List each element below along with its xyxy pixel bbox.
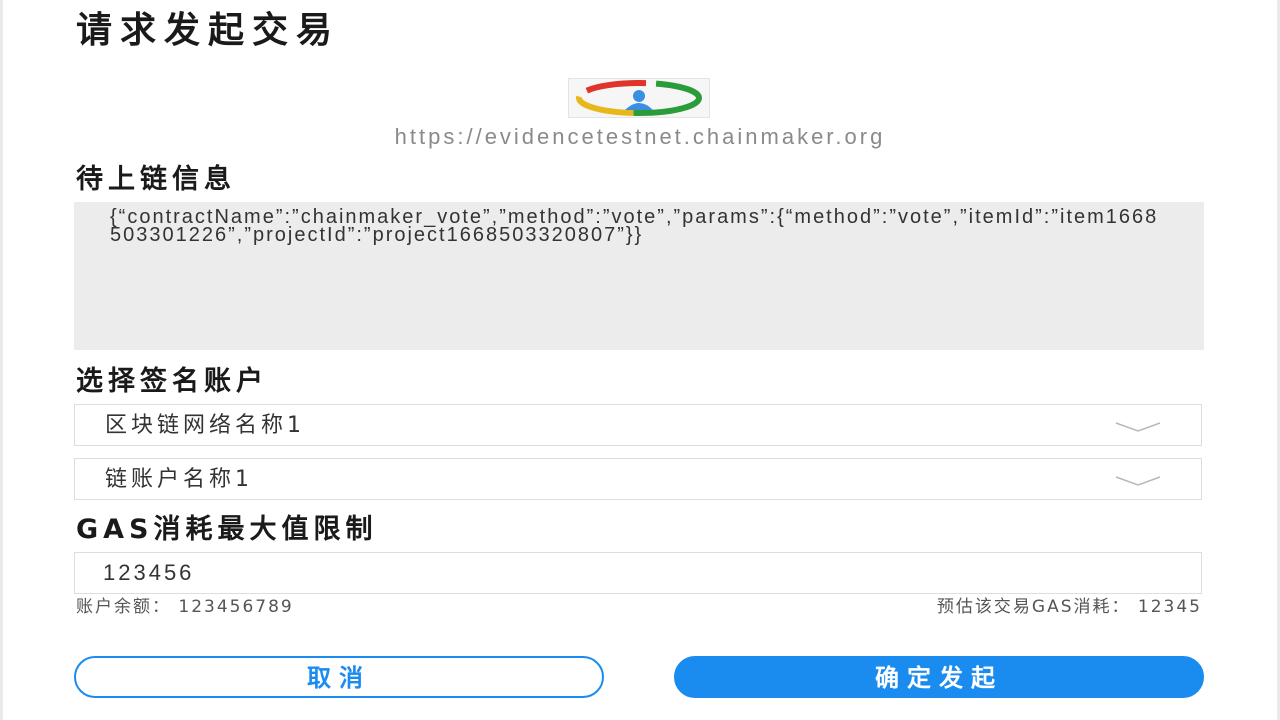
network-select[interactable]: 区块链网络名称1 xyxy=(74,404,1202,446)
site-url: https://evidencetestnet.chainmaker.org xyxy=(394,124,886,149)
chevron-down-icon xyxy=(1115,476,1161,486)
page-title: 请求发起交易 xyxy=(76,10,341,51)
account-balance-text: 账户余额： 123456789 xyxy=(76,597,294,617)
chainmaker-logo-icon xyxy=(568,78,710,118)
pending-info-label: 待上链信息 xyxy=(76,164,236,195)
account-select[interactable]: 链账户名称1 xyxy=(74,458,1202,500)
confirm-button[interactable]: 确定发起 xyxy=(674,656,1204,698)
gas-limit-label: GAS消耗最大值限制 xyxy=(76,514,378,545)
gas-limit-input[interactable] xyxy=(74,552,1202,594)
left-frame-border xyxy=(0,0,3,720)
sign-account-label: 选择签名账户 xyxy=(76,366,268,397)
pending-info-content: {“contractName”:”chainmaker_vote”,”metho… xyxy=(74,202,1204,350)
account-select-value: 链账户名称1 xyxy=(105,467,253,492)
gas-estimate-text: 预估该交易GAS消耗： 12345 xyxy=(936,597,1202,617)
cancel-button[interactable]: 取消 xyxy=(74,656,604,698)
chevron-down-icon xyxy=(1115,422,1161,432)
network-select-value: 区块链网络名称1 xyxy=(105,413,305,438)
